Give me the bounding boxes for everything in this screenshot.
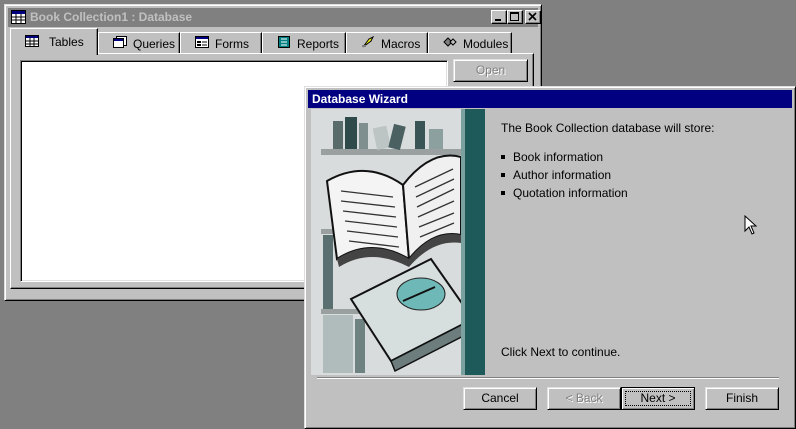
tab-tables[interactable]: Tables	[10, 28, 98, 55]
maximize-button[interactable]	[507, 10, 523, 24]
tab-macros[interactable]: Macros	[346, 32, 428, 53]
database-object-tabs: Tables Queries Forms Reports Macros Modu…	[10, 28, 530, 55]
cancel-button[interactable]: Cancel	[463, 387, 537, 410]
query-icon	[113, 36, 127, 48]
table-icon	[25, 35, 39, 47]
open-button[interactable]: Open	[453, 59, 528, 82]
next-button[interactable]: Next >	[621, 387, 695, 410]
database-icon	[11, 10, 26, 24]
form-icon	[195, 36, 209, 48]
bullet-icon	[501, 155, 505, 159]
bullet-icon	[501, 191, 505, 195]
module-icon	[443, 37, 457, 47]
list-item-text: Quotation information	[513, 186, 628, 200]
wizard-title: Database Wizard	[312, 92, 408, 106]
report-icon	[278, 36, 290, 48]
minimize-button[interactable]	[491, 10, 507, 24]
books-illustration-graphic	[311, 109, 485, 375]
bullet-icon	[501, 173, 505, 177]
back-button[interactable]: < Back	[547, 387, 621, 410]
wizard-footer-text: Click Next to continue.	[501, 345, 621, 359]
list-item-text: Book information	[513, 150, 604, 164]
books-illustration	[311, 109, 485, 375]
tab-queries[interactable]: Queries	[98, 32, 180, 53]
wizard-description: The Book Collection database will store:…	[501, 87, 781, 387]
database-wizard-dialog: Database Wizard The Book Collection data…	[304, 86, 796, 429]
list-item-text: Author information	[513, 168, 612, 182]
mouse-pointer-icon	[744, 215, 758, 235]
tab-macros-label: Macros	[381, 37, 421, 51]
macro-icon	[362, 36, 375, 48]
close-button[interactable]	[525, 10, 541, 24]
tab-forms-label: Forms	[215, 37, 249, 51]
maximize-icon	[510, 12, 519, 21]
tab-forms[interactable]: Forms	[180, 32, 262, 53]
tab-modules[interactable]: Modules	[428, 32, 512, 53]
database-window-title: Book Collection1 : Database	[30, 10, 193, 24]
tab-reports-label: Reports	[297, 37, 340, 51]
tab-queries-label: Queries	[133, 37, 176, 51]
next-button-label: Next >	[640, 391, 676, 405]
close-icon	[528, 12, 537, 21]
minimize-icon	[495, 19, 501, 21]
tab-tables-label: Tables	[49, 35, 84, 49]
finish-button[interactable]: Finish	[705, 387, 779, 410]
tab-modules-label: Modules	[463, 37, 509, 51]
database-window-titlebar[interactable]: Book Collection1 : Database	[8, 8, 541, 27]
tab-reports[interactable]: Reports	[262, 32, 346, 53]
wizard-separator	[317, 377, 779, 379]
wizard-intro-text: The Book Collection database will store:	[501, 121, 715, 135]
